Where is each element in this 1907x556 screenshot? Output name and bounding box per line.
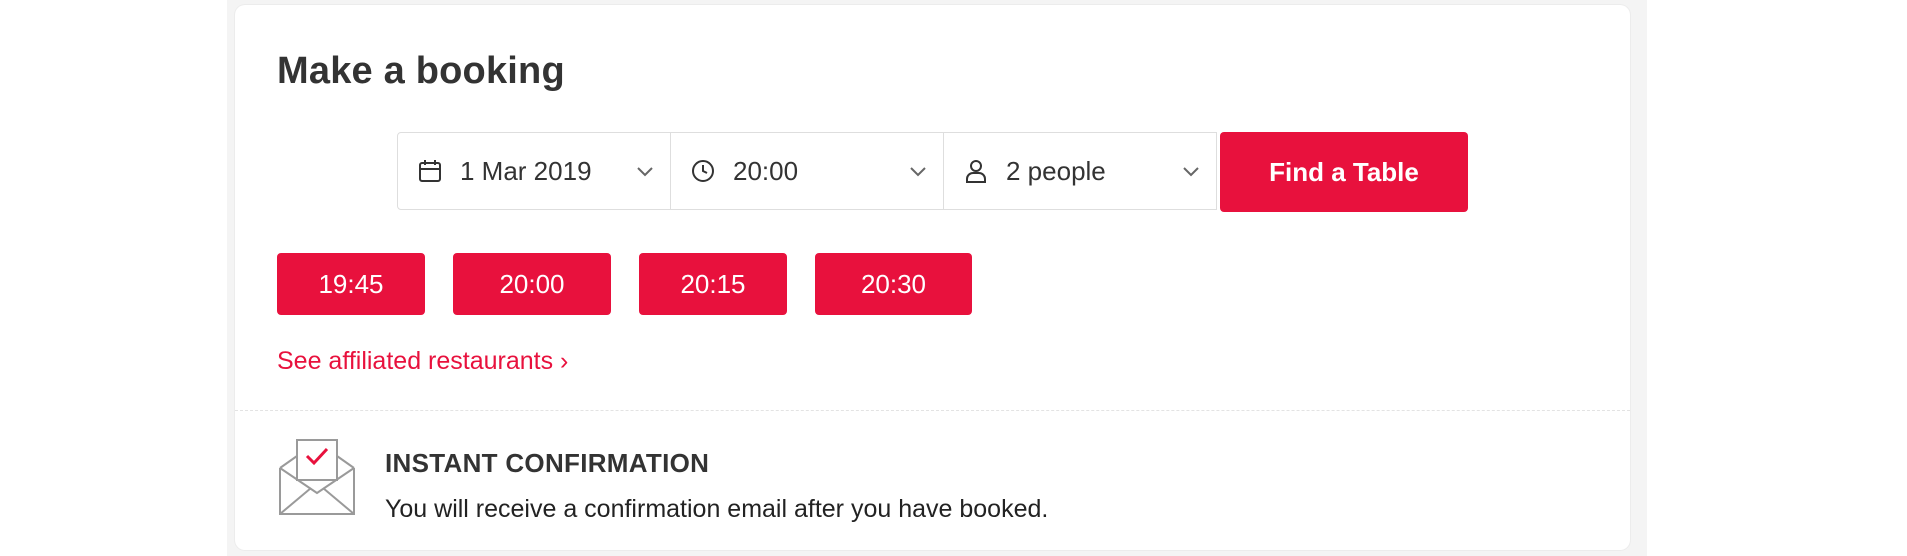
envelope-check-icon <box>277 438 357 516</box>
time-slot-button[interactable]: 20:30 <box>815 253 972 315</box>
chevron-down-icon <box>634 160 656 182</box>
booking-search-bar: 1 Mar 2019 20:00 2 people Find a Table <box>397 132 1468 212</box>
person-icon <box>962 157 990 185</box>
chevron-down-icon <box>1180 160 1202 182</box>
booking-card: Make a booking 1 Mar 2019 20:00 2 people… <box>235 5 1630 550</box>
affiliated-restaurants-link[interactable]: See affiliated restaurants › <box>277 347 568 376</box>
time-select[interactable]: 20:00 <box>670 132 944 210</box>
confirmation-text: You will receive a confirmation email af… <box>385 495 1049 523</box>
time-slot-button[interactable]: 19:45 <box>277 253 425 315</box>
time-slot-button[interactable]: 20:15 <box>639 253 787 315</box>
time-slot-list: 19:45 20:00 20:15 20:30 <box>277 253 1000 315</box>
date-value: 1 Mar 2019 <box>460 155 592 186</box>
confirmation-title: INSTANT CONFIRMATION <box>385 448 710 478</box>
clock-icon <box>689 157 717 185</box>
divider <box>235 410 1630 411</box>
party-size-select[interactable]: 2 people <box>943 132 1217 210</box>
time-slot-button[interactable]: 20:00 <box>453 253 611 315</box>
chevron-down-icon <box>907 160 929 182</box>
date-select[interactable]: 1 Mar 2019 <box>397 132 671 210</box>
time-value: 20:00 <box>733 155 799 186</box>
find-table-button[interactable]: Find a Table <box>1220 132 1468 212</box>
page-title: Make a booking <box>277 50 565 92</box>
calendar-icon <box>416 157 444 185</box>
party-size-value: 2 people <box>1006 155 1106 186</box>
